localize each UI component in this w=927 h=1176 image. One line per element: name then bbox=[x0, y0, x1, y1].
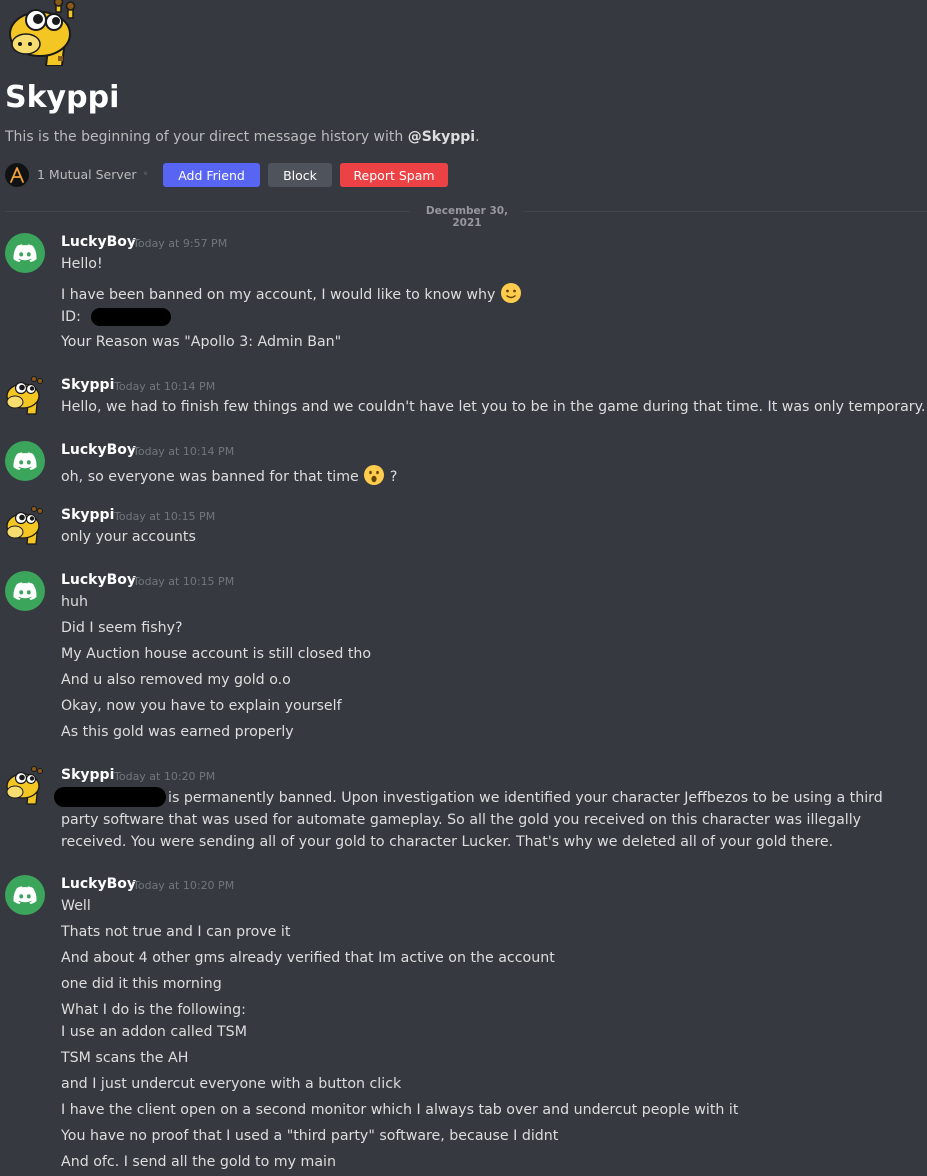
block-button[interactable]: Block bbox=[268, 163, 332, 187]
message-line: and I just undercut everyone with a butt… bbox=[61, 1076, 402, 1092]
date-divider: December 30, 2021 bbox=[425, 205, 509, 229]
avatar-luckyboy[interactable] bbox=[5, 233, 45, 273]
avatar-skyppi[interactable] bbox=[5, 766, 45, 806]
message-line: And ofc. I send all the gold to my main bbox=[61, 1154, 336, 1170]
redaction-mark bbox=[91, 308, 172, 326]
message-paragraph: is permanently banned. Upon investigatio… bbox=[61, 790, 883, 850]
intro-prefix: This is the beginning of your direct mes… bbox=[5, 129, 408, 145]
message-timestamp: Today at 10:14 PM bbox=[133, 445, 235, 458]
message-line: Did I seem fishy? bbox=[61, 620, 183, 636]
message-line: As this gold was earned properly bbox=[61, 724, 294, 740]
avatar-luckyboy[interactable] bbox=[5, 875, 45, 915]
intro-suffix: . bbox=[475, 129, 480, 145]
message-author[interactable]: LuckyBoy bbox=[61, 876, 136, 892]
message-line: TSM scans the AH bbox=[61, 1050, 189, 1066]
mutual-server-icon[interactable] bbox=[5, 163, 29, 187]
message-line: huh bbox=[61, 594, 88, 610]
avatar-skyppi[interactable] bbox=[5, 376, 45, 416]
profile-avatar[interactable] bbox=[6, 0, 78, 67]
message-line: What I do is the following: bbox=[61, 1002, 246, 1018]
message-author[interactable]: LuckyBoy bbox=[61, 234, 136, 250]
message-line: Well bbox=[61, 898, 91, 914]
avatar-skyppi[interactable] bbox=[5, 506, 45, 546]
message-author[interactable]: Skyppi bbox=[61, 767, 114, 783]
message-text: I have been banned on my account, I woul… bbox=[61, 287, 496, 303]
discord-logo-icon bbox=[13, 886, 37, 904]
open-mouth-emoji-icon bbox=[363, 464, 385, 490]
message-author[interactable]: LuckyBoy bbox=[61, 572, 136, 588]
message-line: one did it this morning bbox=[61, 976, 222, 992]
discord-logo-icon bbox=[13, 582, 37, 600]
message-timestamp: Today at 10:15 PM bbox=[133, 575, 235, 588]
slight-smile-emoji-icon bbox=[500, 282, 522, 308]
message-line: And about 4 other gms already verified t… bbox=[61, 950, 555, 966]
message-line: You have no proof that I used a "third p… bbox=[61, 1128, 559, 1144]
message-line: I have the client open on a second monit… bbox=[61, 1102, 739, 1118]
message-line: My Auction house account is still closed… bbox=[61, 646, 372, 662]
giraffe-icon bbox=[6, 506, 43, 545]
message-line: ID: bbox=[61, 308, 172, 326]
message-author[interactable]: Skyppi bbox=[61, 507, 114, 523]
avatar-luckyboy[interactable] bbox=[5, 571, 45, 611]
intro-handle[interactable]: @Skyppi bbox=[408, 129, 475, 145]
report-spam-button[interactable]: Report Spam bbox=[340, 163, 448, 187]
message-text: oh, so everyone was banned for that time bbox=[61, 469, 359, 485]
message-line: Hello! bbox=[61, 256, 103, 272]
message-line: Okay, now you have to explain yourself bbox=[61, 698, 342, 714]
discord-logo-icon bbox=[13, 452, 37, 470]
message-line: And u also removed my gold o.o bbox=[61, 672, 291, 688]
message-line: oh, so everyone was banned for that time… bbox=[61, 464, 397, 490]
message-line: only your accounts bbox=[61, 529, 196, 545]
avatar-luckyboy[interactable] bbox=[5, 441, 45, 481]
server-logo-icon bbox=[10, 167, 24, 183]
divider-line bbox=[5, 211, 410, 212]
message-line: I use an addon called TSM bbox=[61, 1024, 247, 1040]
giraffe-icon bbox=[6, 376, 43, 415]
mutual-server-link[interactable]: 1 Mutual Server bbox=[37, 167, 137, 182]
message-line: Thats not true and I can prove it bbox=[61, 924, 291, 940]
intro-text: This is the beginning of your direct mes… bbox=[5, 129, 480, 145]
separator-dot: • bbox=[142, 167, 150, 181]
message-timestamp: Today at 10:20 PM bbox=[133, 879, 235, 892]
message-text: ? bbox=[389, 469, 398, 485]
message-timestamp: Today at 10:20 PM bbox=[114, 770, 216, 783]
message-timestamp: Today at 10:15 PM bbox=[114, 510, 216, 523]
discord-logo-icon bbox=[13, 244, 37, 262]
profile-name: Skyppi bbox=[5, 80, 120, 115]
message-timestamp: Today at 10:14 PM bbox=[114, 380, 216, 393]
add-friend-button[interactable]: Add Friend bbox=[163, 163, 260, 187]
message-author[interactable]: LuckyBoy bbox=[61, 442, 136, 458]
message-line: I have been banned on my account, I woul… bbox=[61, 282, 522, 308]
message-author[interactable]: Skyppi bbox=[61, 377, 114, 393]
divider-line bbox=[524, 211, 927, 212]
giraffe-icon bbox=[6, 766, 43, 805]
message-line: Hello, we had to finish few things and w… bbox=[61, 399, 926, 415]
giraffe-icon bbox=[9, 0, 76, 67]
message-line: Your Reason was "Apollo 3: Admin Ban" bbox=[61, 334, 342, 350]
message-text: ID: bbox=[61, 309, 81, 325]
message-timestamp: Today at 9:57 PM bbox=[133, 237, 228, 250]
